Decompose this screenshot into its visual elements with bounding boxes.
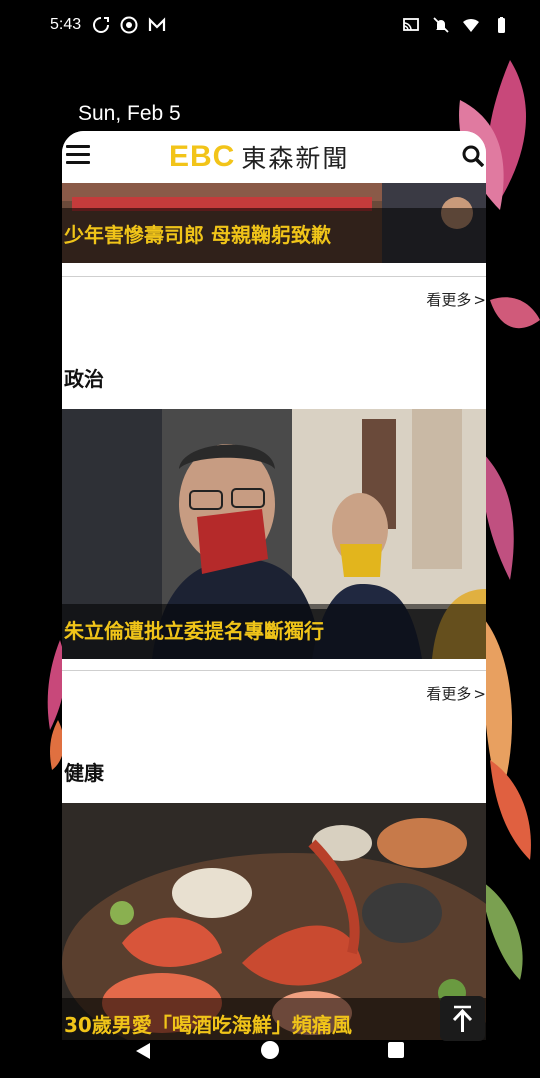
news-story-card[interactable]: 30歲男愛「喝酒吃海鮮」頻痛風: [62, 803, 486, 1040]
app-header: EBC 東森新聞: [62, 131, 486, 183]
news-feed[interactable]: 少年害慘壽司郎 母親鞠躬致歉 看更多 > 政治 朱立倫遭批立委提名專斷獨行 看更…: [62, 183, 486, 1040]
mute-icon: [433, 17, 449, 33]
see-more-label: 看更多: [426, 685, 472, 703]
arrow-up-to-top-icon: [452, 1005, 473, 1032]
news-headline[interactable]: 少年害慘壽司郎 母親鞠躬致歉: [62, 208, 486, 263]
lockscreen-date: Sun, Feb 5: [78, 102, 181, 125]
home-circle-icon[interactable]: [261, 1041, 279, 1059]
status-notification-icons: [92, 16, 166, 34]
news-headline[interactable]: 朱立倫遭批立委提名專斷獨行: [62, 604, 486, 659]
status-bar: 5:43: [0, 0, 540, 54]
search-icon[interactable]: [462, 145, 484, 167]
recents-square-icon[interactable]: [388, 1042, 404, 1058]
app-window[interactable]: EBC 東森新聞 少年害慘壽司郎 母親鞠躬致歉 看更多 > 政治 朱立倫遭批立委…: [62, 131, 486, 1040]
logo-text: 東森新聞: [241, 144, 350, 173]
news-headline[interactable]: 30歲男愛「喝酒吃海鮮」頻痛風: [62, 998, 486, 1040]
section-header-health: 看更多 > 健康: [62, 671, 486, 803]
see-more-link[interactable]: 看更多 >: [426, 683, 486, 704]
see-more-label: 看更多: [426, 291, 472, 309]
logo-mark: EBC: [169, 140, 236, 173]
section-title: 健康: [64, 761, 104, 785]
sync-icon: [93, 17, 109, 33]
section-header-politics: 看更多 > 政治: [62, 277, 486, 409]
gmail-icon: [148, 17, 166, 31]
chrome-icon: [120, 16, 138, 34]
see-more-link[interactable]: 看更多 >: [426, 289, 486, 310]
status-time: 5:43: [50, 16, 82, 33]
section-title: 政治: [64, 367, 104, 391]
news-story-card[interactable]: 朱立倫遭批立委提名專斷獨行: [62, 409, 486, 659]
hamburger-menu-icon[interactable]: [66, 145, 90, 167]
cast-icon: [403, 18, 419, 31]
status-system-icons: [402, 16, 510, 34]
ebc-logo[interactable]: EBC 東森新聞: [169, 137, 349, 177]
news-story-card[interactable]: 少年害慘壽司郎 母親鞠躬致歉: [62, 183, 486, 263]
scroll-to-top-button[interactable]: [440, 996, 485, 1041]
wifi-icon: [463, 18, 479, 32]
battery-icon: [498, 17, 505, 33]
back-triangle-icon[interactable]: [134, 1042, 152, 1060]
